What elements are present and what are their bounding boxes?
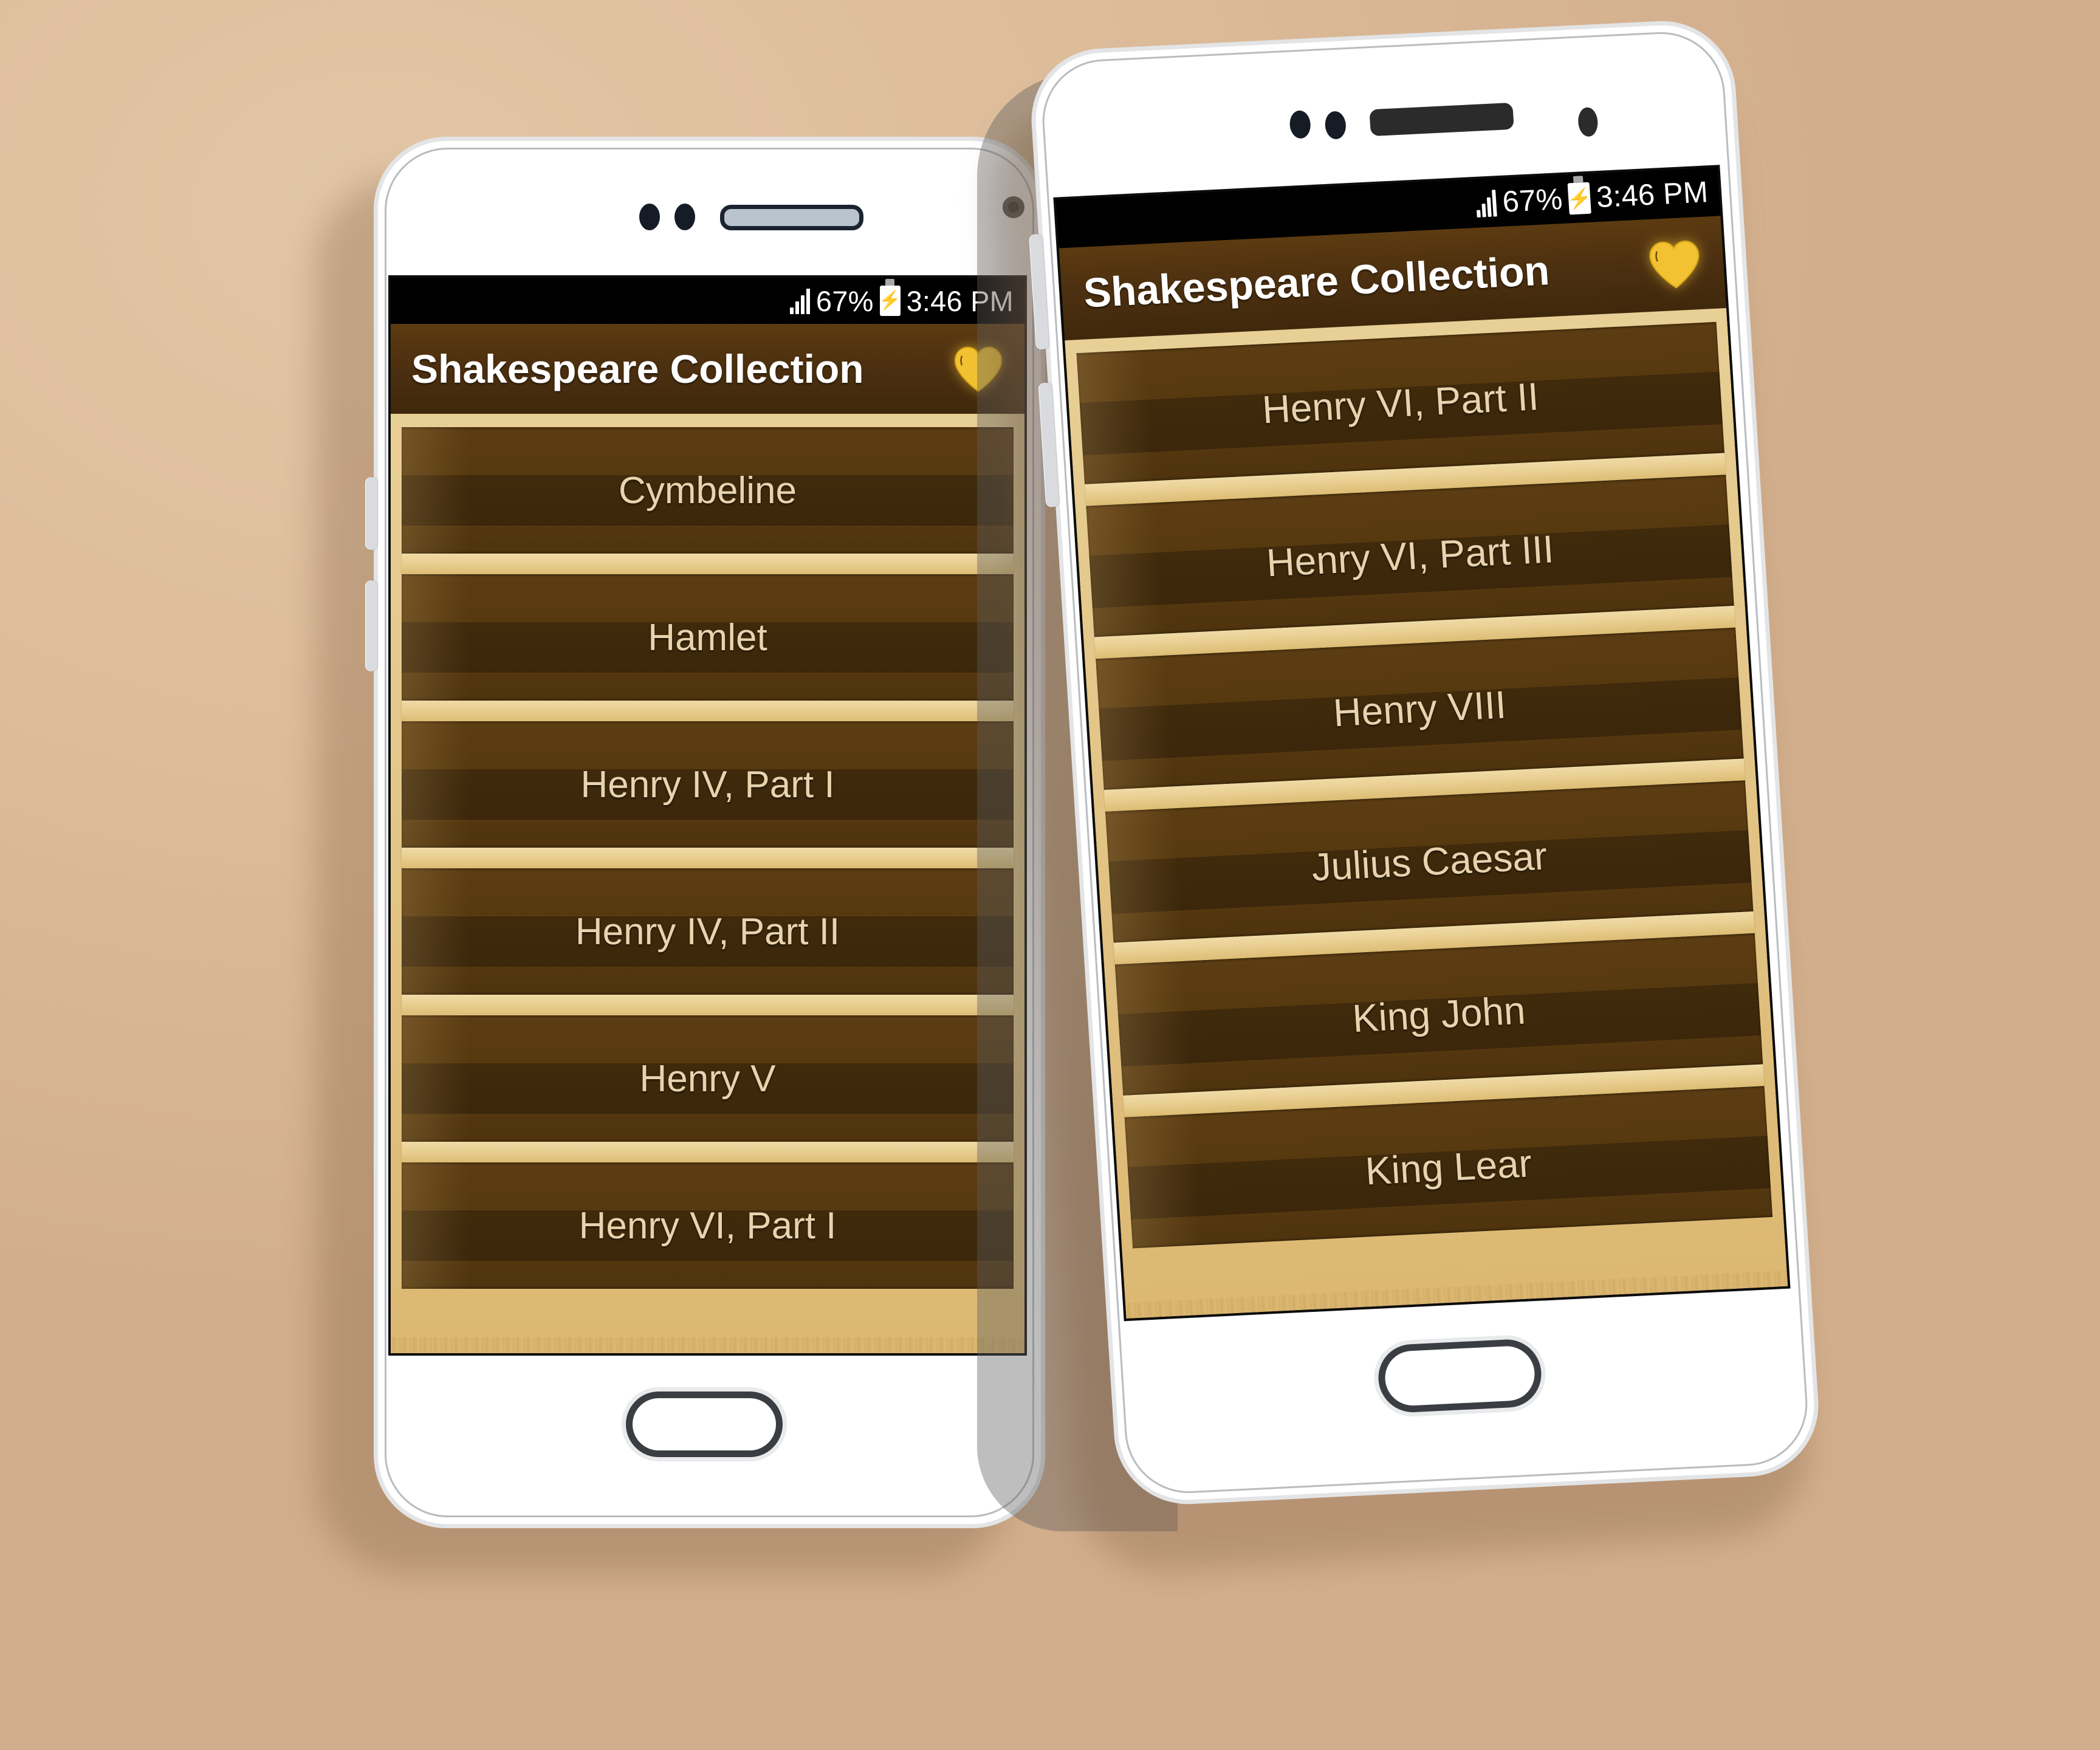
list-item-label: Henry VI, Part III [1265, 527, 1556, 585]
light-sensor-icon [674, 204, 695, 230]
page-title-left: Shakespeare Collection [411, 346, 864, 391]
volume-button-left-phone[interactable] [365, 477, 377, 550]
battery-bolt-icon: ⚡ [1566, 187, 1593, 210]
list-item-label: Henry V [639, 1057, 776, 1100]
battery-percent-label: 67% [815, 284, 874, 317]
list-item-label: Henry VI, Part II [1261, 374, 1540, 432]
list-item[interactable]: Henry IV, Part II [402, 868, 1014, 995]
list-item[interactable]: Hamlet [402, 574, 1014, 701]
list-item[interactable]: Henry V [402, 1015, 1014, 1142]
book-list-panel-right: Henry VI, Part II Henry VI, Part III Henry… [1065, 307, 1788, 1319]
list-item-label: Henry IV, Part II [575, 910, 840, 953]
parchment-torn-edge [391, 1337, 1024, 1353]
battery-charging-icon: ⚡ [878, 279, 902, 316]
list-item-label: Hamlet [648, 616, 767, 659]
list-item-label: Henry IV, Part I [580, 763, 835, 806]
battery-percent-label: 67% [1501, 182, 1564, 219]
heart-icon[interactable] [1647, 236, 1703, 292]
heart-icon[interactable] [953, 343, 1004, 394]
list-item-label: King Lear [1364, 1141, 1533, 1193]
power-button-left-phone[interactable] [365, 580, 377, 671]
list-divider [402, 995, 1014, 1015]
list-item[interactable]: Henry IV, Part I [402, 721, 1014, 848]
home-button-icon[interactable] [1376, 1337, 1543, 1414]
phone-right-screen: 67% ⚡ 3:46 PM Shakespeare Collection Hen… [1055, 167, 1788, 1319]
battery-charging-icon: ⚡ [1566, 182, 1593, 215]
signal-bars-icon [1475, 188, 1498, 218]
list-item-label: Henry VIII [1332, 682, 1508, 735]
status-bar-left: 67% ⚡ 3:46 PM [391, 278, 1024, 324]
list-divider [402, 848, 1014, 868]
list-divider [402, 554, 1014, 574]
phone-left-screen: 67% ⚡ 3:46 PM Shakespeare Collection Cym… [391, 278, 1024, 1353]
list-item[interactable]: Henry VI, Part I [402, 1162, 1014, 1289]
book-list-right: Henry VI, Part II Henry VI, Part III Henry… [1076, 321, 1773, 1249]
book-list-panel-left: Cymbeline Hamlet Henry IV, Part I Henry IV,… [391, 414, 1024, 1353]
list-item-label: King John [1351, 988, 1527, 1041]
list-item[interactable]: Cymbeline [402, 427, 1014, 554]
list-item-label: Henry VI, Part I [578, 1204, 837, 1247]
list-divider [402, 1142, 1014, 1162]
home-button-icon[interactable] [626, 1391, 783, 1457]
book-list-left: Cymbeline Hamlet Henry IV, Part I Henry IV,… [402, 427, 1014, 1289]
list-item-label: Cymbeline [619, 469, 797, 512]
speaker-grille-icon [720, 205, 863, 230]
app-bar-left: Shakespeare Collection [391, 324, 1024, 414]
phone-right-device: 67% ⚡ 3:46 PM Shakespeare Collection Hen… [1027, 18, 1823, 1508]
list-item-label: Julius Caesar [1310, 834, 1549, 890]
phone-left-device: 67% ⚡ 3:46 PM Shakespeare Collection Cym… [365, 137, 1045, 1528]
battery-bolt-icon: ⚡ [878, 290, 902, 311]
page-title-right: Shakespeare Collection [1082, 247, 1551, 317]
proximity-sensor-icon [639, 204, 660, 230]
clock-label: 3:46 PM [1595, 176, 1709, 214]
signal-bars-icon [789, 287, 810, 314]
list-divider [402, 701, 1014, 721]
clock-label: 3:46 PM [906, 284, 1014, 317]
